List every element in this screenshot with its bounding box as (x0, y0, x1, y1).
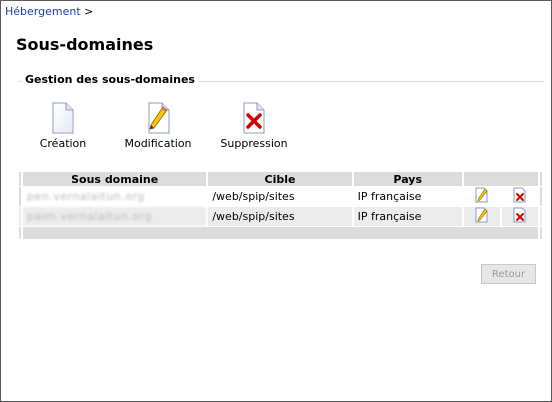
modify-label: Modification (124, 137, 192, 150)
table-edge (19, 207, 21, 226)
delete-document-icon (243, 102, 265, 134)
country-cell: IP française (353, 207, 462, 226)
edit-icon (475, 207, 488, 223)
table-row: pen.vernalaitun.org /web/spip/sites IP f… (19, 187, 542, 206)
column-header-country: Pays (353, 172, 462, 186)
row-delete-button[interactable] (501, 207, 538, 226)
table-footer-row (19, 227, 542, 239)
target-cell: /web/spip/sites (208, 187, 352, 206)
edit-icon (475, 187, 488, 203)
subdomains-table: Sous domaine Cible Pays pen.vernalaitun.… (17, 171, 544, 240)
edit-document-icon (148, 102, 170, 134)
table-row: paim.vernalaitun.org /web/spip/sites IP … (19, 207, 542, 226)
back-button[interactable]: Retour (481, 264, 536, 284)
delete-button[interactable]: Suppression (214, 102, 294, 150)
breadcrumb: Hébergement > (5, 5, 93, 18)
table-footer (23, 227, 538, 239)
row-edit-button[interactable] (463, 207, 500, 226)
table-edge (19, 172, 21, 186)
create-label: Création (39, 137, 87, 150)
column-header-subdomain: Sous domaine (23, 172, 207, 186)
table-edge (19, 187, 21, 206)
column-header-target: Cible (208, 172, 352, 186)
subdomain-cell: paim.vernalaitun.org (23, 207, 207, 226)
row-edit-button[interactable] (463, 187, 500, 206)
section-legend: Gestion des sous-domaines (21, 73, 199, 86)
create-button[interactable]: Création (32, 102, 94, 150)
row-delete-button[interactable] (501, 187, 538, 206)
page-title: Sous-domaines (16, 35, 154, 54)
breadcrumb-link-hebergement[interactable]: Hébergement (5, 5, 81, 18)
delete-label: Suppression (220, 137, 288, 150)
action-toolbar: Création Modification Suppression (0, 102, 552, 152)
table-header-row: Sous domaine Cible Pays (19, 172, 542, 186)
table-edge (539, 227, 542, 239)
breadcrumb-separator: > (80, 5, 94, 18)
target-cell: /web/spip/sites (208, 207, 352, 226)
new-document-icon (52, 102, 74, 134)
table-edge (19, 227, 21, 239)
table-edge (539, 172, 542, 186)
country-cell: IP française (353, 187, 462, 206)
modify-button[interactable]: Modification (118, 102, 198, 150)
delete-icon (513, 187, 526, 203)
delete-icon (513, 207, 526, 223)
table-edge (539, 187, 542, 206)
table-edge (539, 207, 542, 226)
column-header-actions (463, 172, 538, 186)
subdomain-cell: pen.vernalaitun.org (23, 187, 207, 206)
